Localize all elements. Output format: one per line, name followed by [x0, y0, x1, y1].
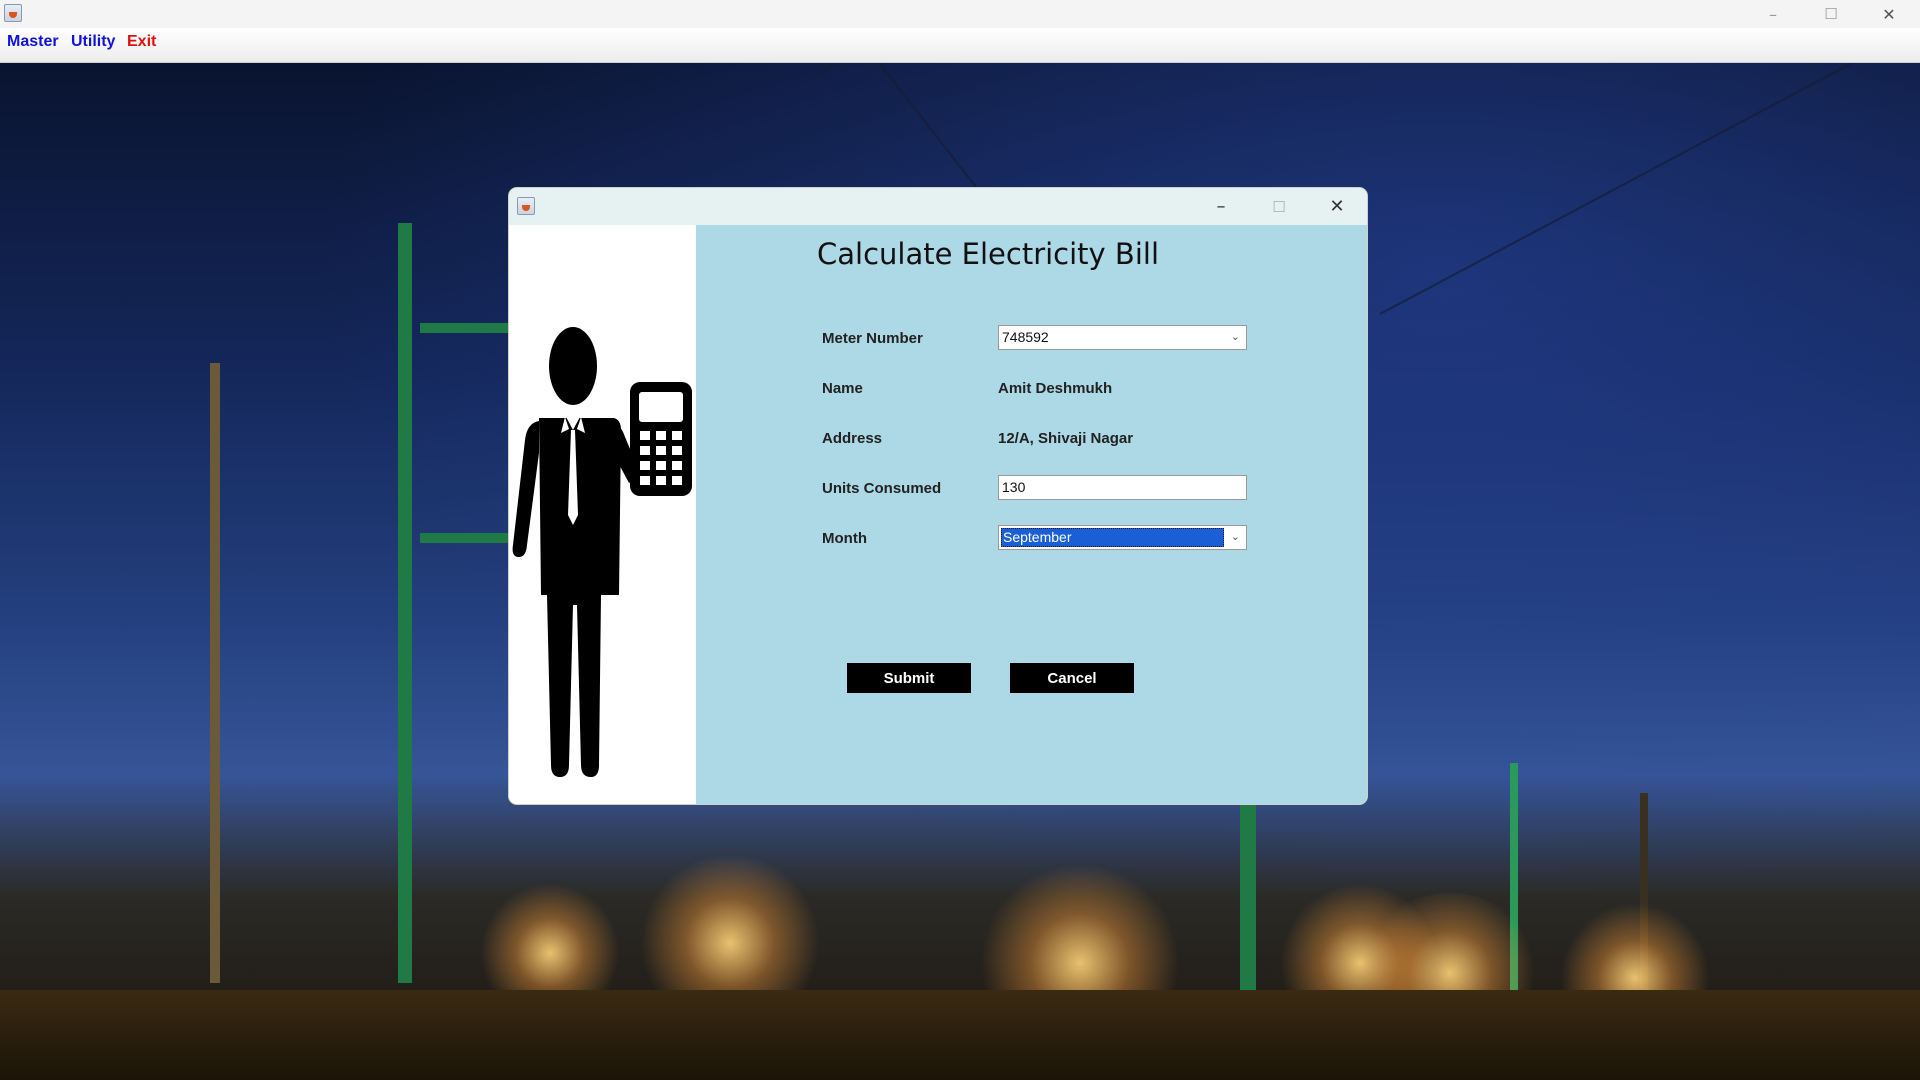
meter-number-label: Meter Number	[822, 330, 923, 347]
units-consumed-input[interactable]: 130	[998, 475, 1247, 500]
man-with-calculator-icon	[512, 327, 692, 777]
main-window: – ☐ ✕ Master Utility Exit – ☐ ✕ Calculat…	[0, 0, 1920, 1080]
name-label: Name	[822, 380, 863, 397]
illustration-panel	[509, 225, 696, 804]
units-consumed-label: Units Consumed	[822, 480, 942, 497]
dialog-close-button[interactable]: ✕	[1308, 188, 1366, 225]
submit-button[interactable]: Submit	[847, 663, 971, 693]
dialog-heading: Calculate Electricity Bill	[817, 237, 1159, 271]
meter-number-select[interactable]: 748592 ⌄	[998, 325, 1247, 350]
calculate-bill-dialog: – ☐ ✕ Calculate Electricity Bill Meter N…	[509, 188, 1367, 804]
dialog-titlebar: – ☐ ✕	[509, 188, 1367, 225]
menu-master[interactable]: Master	[7, 33, 59, 51]
menu-utility[interactable]: Utility	[71, 33, 115, 51]
main-titlebar: – ☐ ✕	[0, 0, 1920, 28]
dialog-maximize-button[interactable]: ☐	[1250, 188, 1308, 225]
month-select[interactable]: September ⌄	[998, 525, 1247, 550]
address-value: 12/A, Shivaji Nagar	[998, 430, 1134, 447]
cancel-button[interactable]: Cancel	[1010, 663, 1134, 693]
menu-exit[interactable]: Exit	[127, 33, 156, 51]
chevron-down-icon: ⌄	[1230, 331, 1240, 343]
dialog-minimize-button[interactable]: –	[1192, 188, 1250, 225]
meter-number-value: 748592	[1002, 329, 1049, 345]
main-close-button[interactable]: ✕	[1860, 0, 1918, 28]
main-maximize-button[interactable]: ☐	[1802, 0, 1860, 28]
chevron-down-icon: ⌄	[1230, 531, 1240, 543]
main-minimize-button[interactable]: –	[1744, 0, 1802, 28]
month-value: September	[1001, 528, 1224, 547]
name-value: Amit Deshmukh	[998, 380, 1113, 397]
java-app-icon	[4, 4, 22, 22]
menu-bar	[0, 28, 1920, 63]
java-app-icon	[517, 197, 535, 215]
form-panel	[696, 225, 1367, 804]
address-label: Address	[822, 430, 883, 447]
month-label: Month	[822, 530, 867, 547]
